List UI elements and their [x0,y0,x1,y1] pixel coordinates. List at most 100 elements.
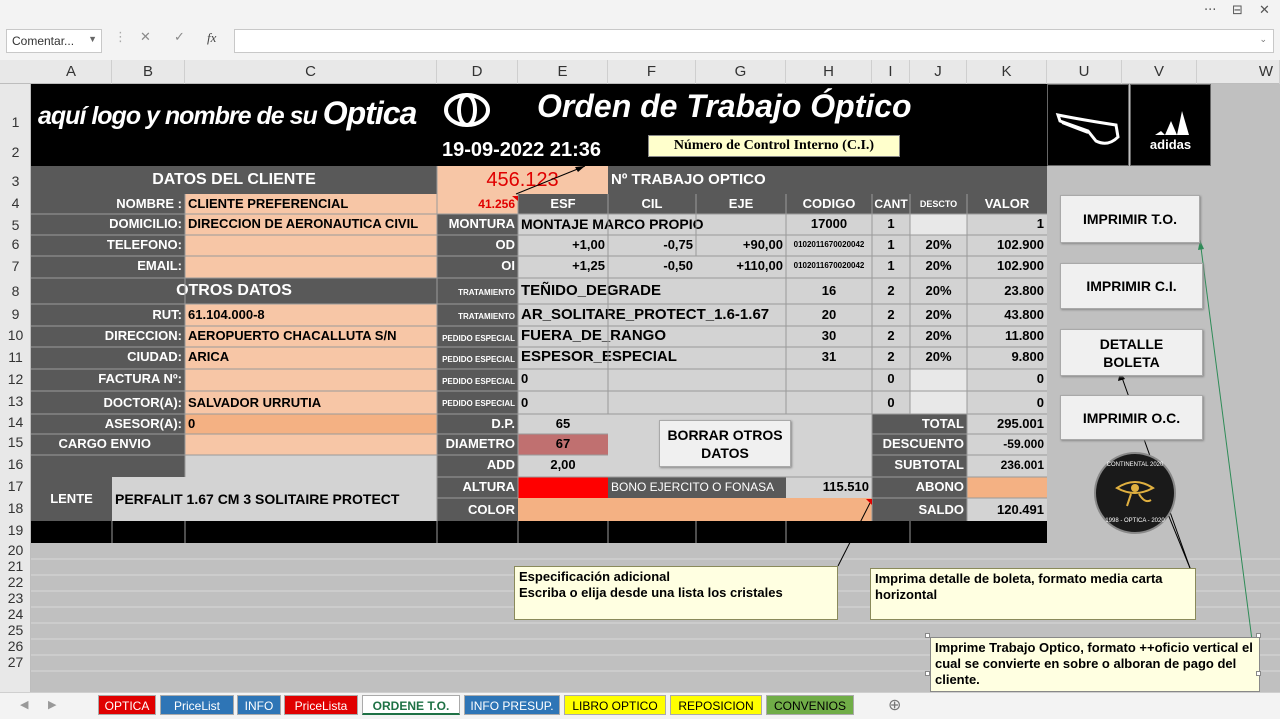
item-valor[interactable]: 9.800 [967,347,1047,369]
item-valor[interactable]: 23.800 [967,278,1047,304]
row-header[interactable]: 3 [0,173,31,189]
comment-especificacion[interactable]: Especificación adicional Escriba o elija… [514,566,838,620]
enter-icon[interactable]: ✓ [174,30,185,45]
item-code[interactable]: 20 [786,304,872,326]
cancel-icon[interactable]: ✕ [140,30,151,45]
item-code[interactable] [786,391,872,414]
item-valor[interactable]: 0 [967,369,1047,391]
row-header[interactable]: 19 [0,522,31,538]
resize-handle[interactable] [925,633,930,638]
col-header[interactable]: K [967,60,1047,84]
item-name[interactable]: TEÑIDO_DEGRADE [518,278,786,304]
add-sheet-icon[interactable]: ⊕ [888,695,901,714]
row16-value[interactable] [185,455,437,477]
rut-value[interactable]: 61.104.000-8 [185,304,437,326]
resize-handle[interactable] [1256,671,1261,676]
oi-codigo[interactable]: 0102011670020042 [786,256,872,278]
row-header[interactable]: 7 [0,258,31,274]
od-desc[interactable]: 20% [910,235,967,256]
od-codigo[interactable]: 0102011670020042 [786,235,872,256]
tab-pricelist[interactable]: PriceList [160,695,234,715]
comment-detalle-boleta[interactable]: Imprima detalle de boleta, formato media… [870,568,1196,620]
imprimir-ci-button[interactable]: IMPRIMIR C.I. [1060,263,1203,309]
col-header[interactable]: D [437,60,518,84]
row-header[interactable]: 22 [0,574,31,590]
row-header[interactable]: 25 [0,622,31,638]
od-eje[interactable]: +90,00 [696,235,786,256]
saldo-value[interactable]: 120.491 [967,498,1047,521]
name-box[interactable]: Comentar... ▼ [6,29,102,53]
item-code[interactable]: 30 [786,326,872,347]
resize-handle[interactable] [1256,633,1261,638]
factura-value[interactable] [185,369,437,391]
tab-reposicion[interactable]: REPOSICION [670,695,762,715]
tab-info[interactable]: INFO [237,695,281,715]
col-header[interactable]: W [1197,60,1280,84]
row-header[interactable]: 17 [0,478,31,494]
ci-label-box[interactable]: Número de Control Interno (C.I.) [648,135,900,157]
row-header[interactable]: 9 [0,306,31,322]
dp-value[interactable]: 65 [518,414,608,434]
row-header[interactable]: 8 [0,283,31,299]
item-desc[interactable]: 20% [910,326,967,347]
telefono-value[interactable] [185,235,437,256]
item-cant[interactable]: 0 [872,369,910,391]
row-header[interactable]: 13 [0,393,31,409]
oi-desc[interactable]: 20% [910,256,967,278]
oi-esf[interactable]: +1,25 [518,256,608,278]
row-header[interactable]: 16 [0,456,31,472]
montura-value[interactable]: MONTAJE MARCO PROPIO [518,214,786,235]
montura-codigo[interactable]: 17000 [786,214,872,235]
row-header[interactable]: 27 [0,654,31,670]
ciudad-value[interactable]: ARICA [185,347,437,369]
abono-value[interactable] [967,477,1047,498]
col-header[interactable]: F [608,60,696,84]
bono-value[interactable]: 115.510 [786,477,872,498]
detalle-boleta-button[interactable]: DETALLE BOLETA [1060,329,1203,376]
more-options-icon[interactable]: ··· [1204,3,1216,18]
row-header[interactable]: 15 [0,434,31,450]
row-header[interactable]: 4 [0,195,31,211]
expand-icon[interactable]: ⌄ [1259,34,1267,45]
col-header[interactable]: V [1122,60,1197,84]
subtotal-value[interactable]: 236.001 [967,455,1047,477]
col-header[interactable]: E [518,60,608,84]
asesor-value[interactable]: 0 [185,414,437,434]
oi-eje[interactable]: +110,00 [696,256,786,278]
oi-valor[interactable]: 102.900 [967,256,1047,278]
order-number[interactable]: 456.123 [437,166,608,194]
item-desc[interactable]: 20% [910,347,967,369]
color-value[interactable] [518,498,872,521]
item-cant[interactable]: 2 [872,278,910,304]
col-header[interactable]: I [872,60,910,84]
insert-function-icon[interactable]: fx [207,30,216,46]
item-code[interactable]: 16 [786,278,872,304]
oi-cil[interactable]: -0,50 [608,256,696,278]
row-header[interactable]: 18 [0,500,31,516]
od-cant[interactable]: 1 [872,235,910,256]
montura-valor[interactable]: 1 [967,214,1047,235]
item-desc[interactable] [910,369,967,391]
col-header[interactable]: J [910,60,967,84]
col-header[interactable]: H [786,60,872,84]
tab-ordene-to[interactable]: ORDENE T.O. [362,695,460,715]
row-header[interactable]: 2 [0,144,31,160]
comment-trabajo-optico[interactable]: Imprime Trabajo Optico, formato ++oficio… [930,637,1260,692]
row-header[interactable]: 5 [0,217,31,233]
row-header[interactable]: 14 [0,414,31,430]
item-valor[interactable]: 43.800 [967,304,1047,326]
lente-value[interactable]: PERFALIT 1.67 CM 3 SOLITAIRE PROTECT [112,477,437,521]
row-header[interactable]: 6 [0,236,31,252]
item-cant[interactable]: 2 [872,326,910,347]
resize-handle[interactable] [925,671,930,676]
row-header[interactable]: 1 [0,114,31,130]
tab-info-presup[interactable]: INFO PRESUP. [464,695,560,715]
item-code[interactable]: 31 [786,347,872,369]
borrar-otros-datos-button[interactable]: BORRAR OTROS DATOS [659,420,791,467]
item-name[interactable]: 0 [518,391,786,414]
row-header[interactable]: 10 [0,327,31,343]
chevron-down-icon[interactable]: ▼ [88,34,97,44]
item-name[interactable]: AR_SOLITARE_PROTECT_1.6-1.67 [518,304,786,326]
montura-cant[interactable]: 1 [872,214,910,235]
tab-libro-optico[interactable]: LIBRO OPTICO [564,695,666,715]
